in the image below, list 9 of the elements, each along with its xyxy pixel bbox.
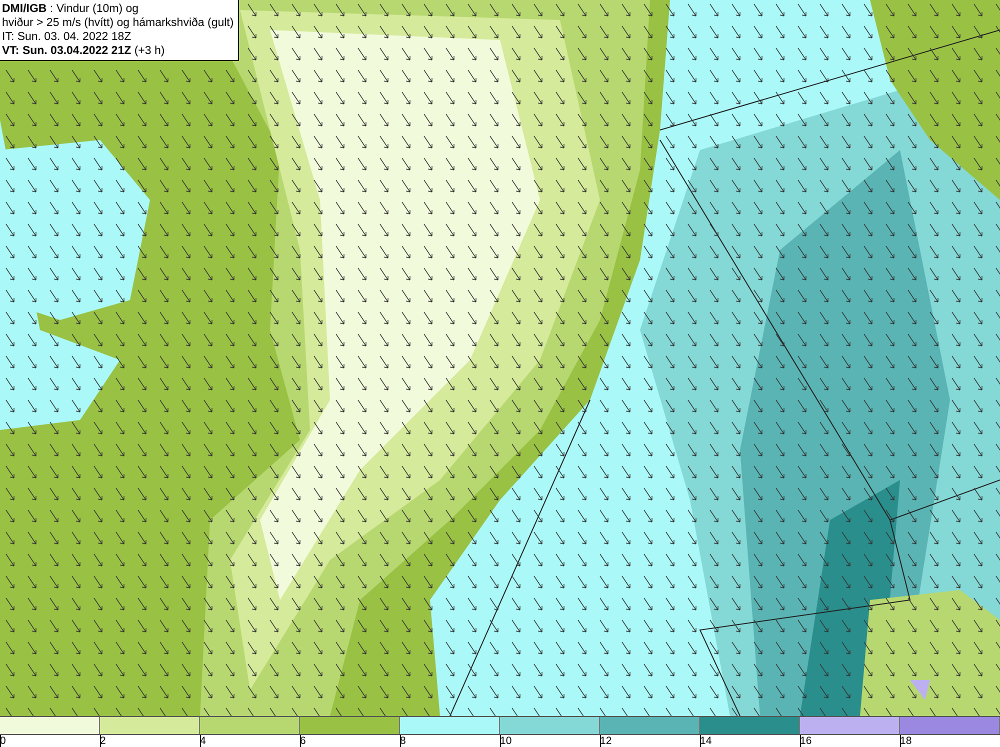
legend-tick-label: 12 xyxy=(600,735,612,747)
header-text: IT: Sun. 03. 04. 2022 18Z xyxy=(2,30,132,44)
header-text: hviður > 25 m/s (hvítt) og hámarkshviða (gult) xyxy=(2,16,234,30)
legend-tick-label: 10 xyxy=(500,735,512,747)
legend-tick-label: 14 xyxy=(700,735,712,747)
legend-tick-label: 16 xyxy=(800,735,812,747)
header-text: VT: Sun. 03.04.2022 21Z (+3 h) xyxy=(2,44,166,58)
header-text: DMI/IGB : Vindur (10m) og xyxy=(2,2,140,16)
legend-tick-label: 18 xyxy=(900,735,912,747)
